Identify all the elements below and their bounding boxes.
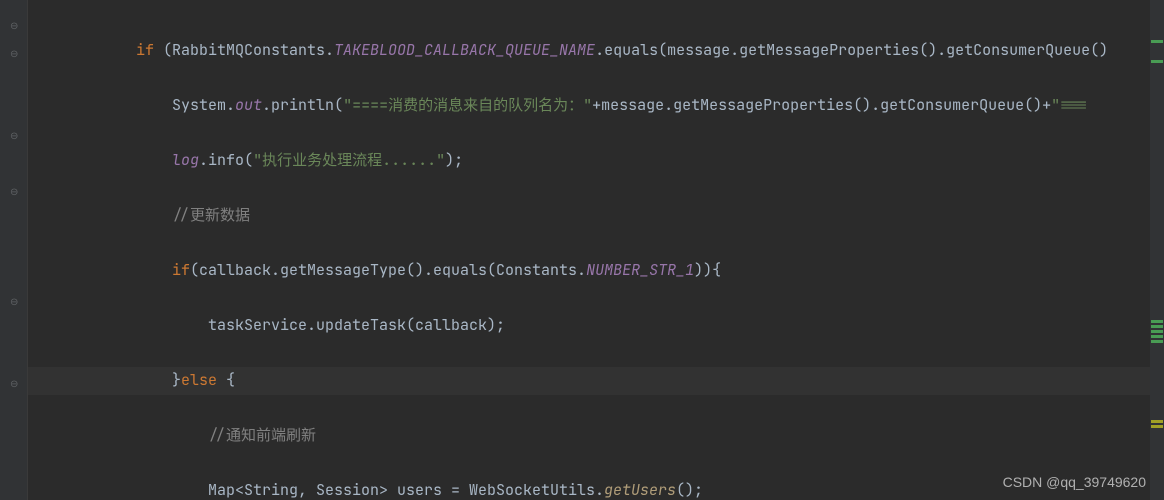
marker-change-icon[interactable]	[1151, 330, 1163, 333]
marker-warning-icon[interactable]	[1151, 425, 1163, 428]
code-line[interactable]: }else {	[28, 367, 1148, 395]
code-line[interactable]: //通知前端刷新	[28, 422, 1148, 450]
marker-change-icon[interactable]	[1151, 40, 1163, 43]
error-stripe[interactable]	[1150, 0, 1164, 500]
code-line[interactable]: //更新数据	[28, 202, 1148, 230]
fold-marker-icon[interactable]: ⊖	[10, 122, 20, 132]
code-line[interactable]: Map<String, Session> users = WebSocketUt…	[28, 477, 1148, 500]
marker-change-icon[interactable]	[1151, 60, 1163, 63]
fold-marker-icon[interactable]: ⊖	[10, 288, 20, 298]
fold-marker-icon[interactable]: ⊖	[10, 40, 20, 50]
marker-change-icon[interactable]	[1151, 320, 1163, 323]
marker-change-icon[interactable]	[1151, 335, 1163, 338]
code-line[interactable]: System.out.println("====消费的消息来自的队列名为："+m…	[28, 92, 1148, 120]
code-line[interactable]: log.info("执行业务处理流程......");	[28, 147, 1148, 175]
code-line[interactable]: if (RabbitMQConstants.TAKEBLOOD_CALLBACK…	[28, 37, 1148, 65]
code-editor[interactable]: if (RabbitMQConstants.TAKEBLOOD_CALLBACK…	[28, 0, 1148, 500]
marker-warning-icon[interactable]	[1151, 420, 1163, 423]
code-line[interactable]: if(callback.getMessageType().equals(Cons…	[28, 257, 1148, 285]
fold-marker-icon[interactable]: ⊖	[10, 12, 20, 22]
marker-change-icon[interactable]	[1151, 340, 1163, 343]
fold-marker-icon[interactable]: ⊖	[10, 178, 20, 188]
editor-gutter[interactable]: ⊖ ⊖ ⊖ ⊖ ⊖ ⊖	[0, 0, 28, 500]
marker-change-icon[interactable]	[1151, 325, 1163, 328]
watermark-text: CSDN @qq_39749620	[1003, 469, 1146, 497]
code-line[interactable]: taskService.updateTask(callback);	[28, 312, 1148, 340]
fold-marker-icon[interactable]: ⊖	[10, 370, 20, 380]
